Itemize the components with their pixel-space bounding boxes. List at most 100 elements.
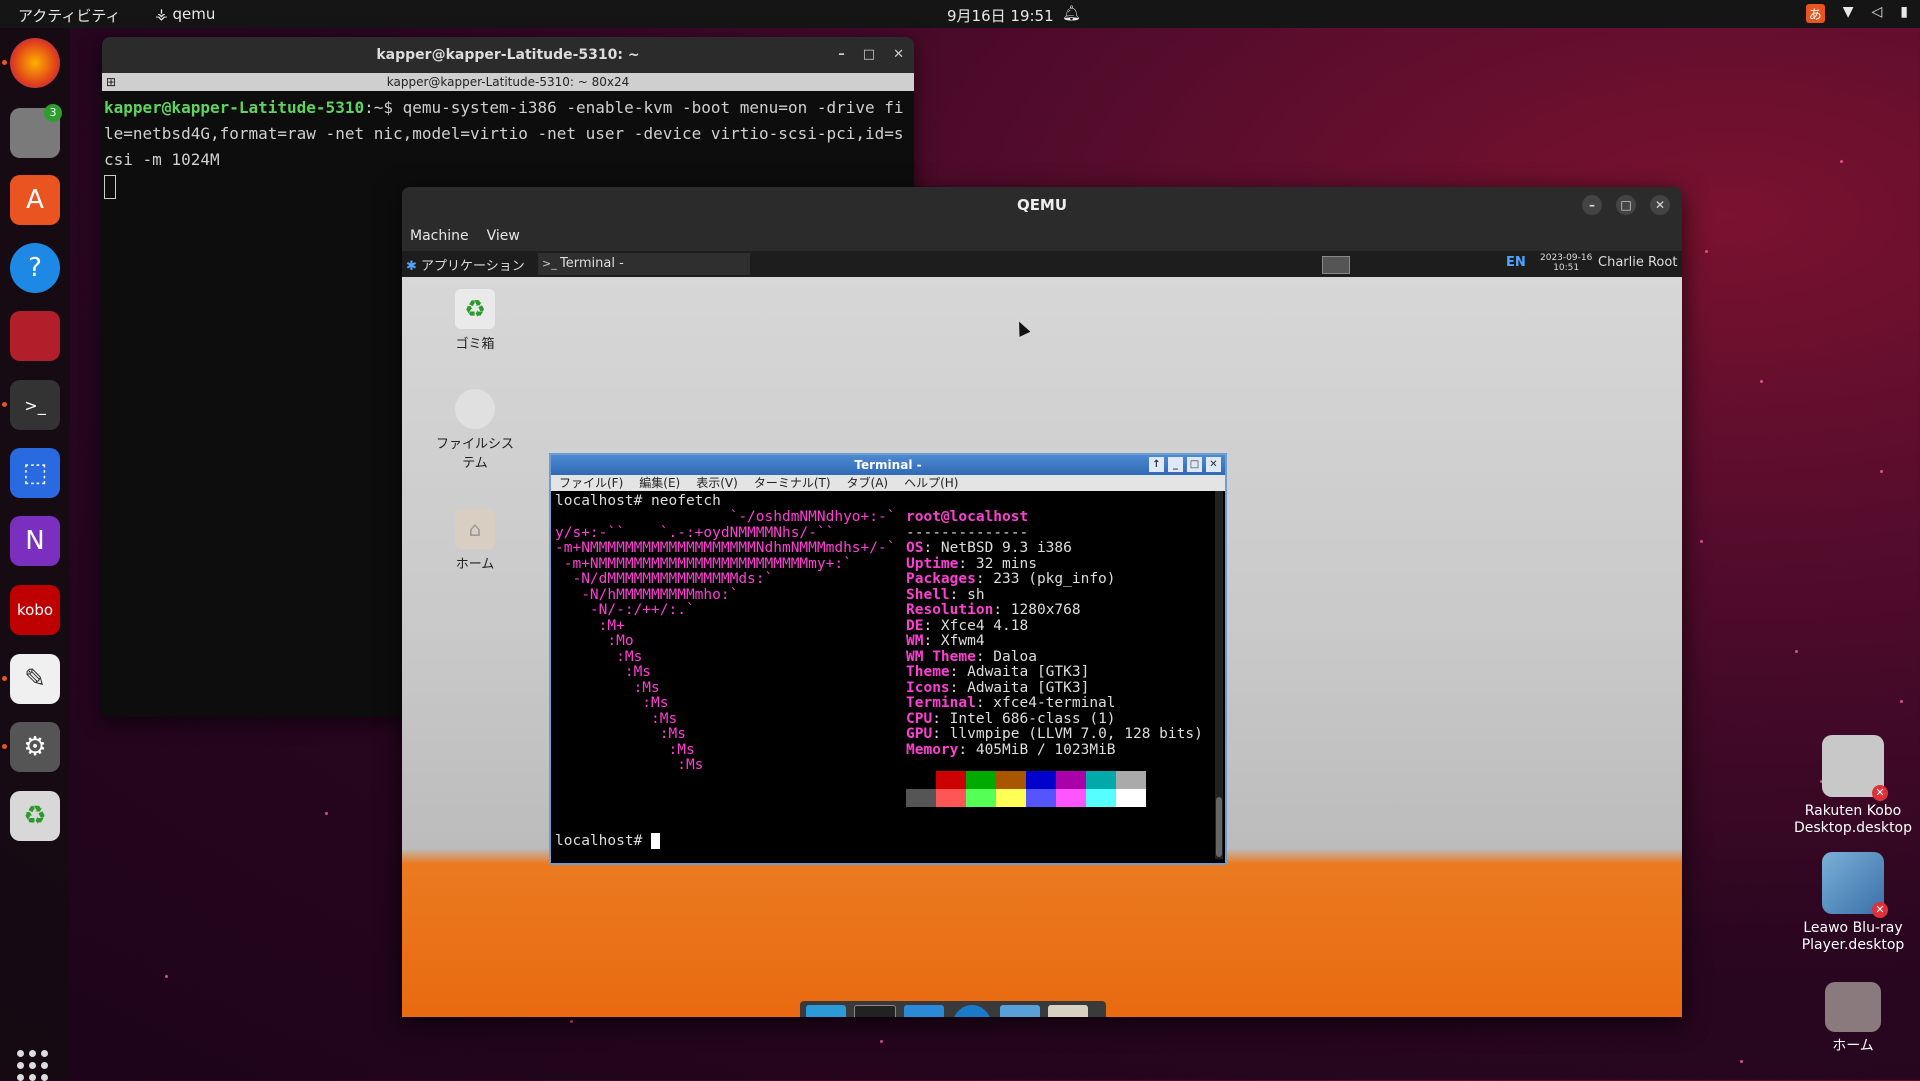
maximize-button[interactable]: □: [863, 37, 875, 73]
host-prompt: kapper@kapper-Latitude-5310: [104, 98, 365, 117]
logo-line: -N/-:/++/:.`: [555, 602, 695, 618]
info-line: CPU: Intel 686-class (1): [906, 710, 1116, 727]
onenote-icon[interactable]: N: [10, 516, 60, 566]
logo-line: :Ms: [555, 648, 643, 665]
guest-maximize-button[interactable]: □: [1187, 457, 1202, 472]
qemu-title: QEMU: [1016, 196, 1068, 214]
menu-file[interactable]: ファイル(F): [559, 475, 623, 491]
menu-edit[interactable]: 編集(E): [639, 475, 680, 491]
palette-swatch: [906, 771, 936, 789]
guest-filemanager-icon[interactable]: ▤: [904, 1005, 944, 1017]
qemu-titlebar[interactable]: QEMU – □ ✕: [402, 187, 1682, 223]
guest-minimize-button[interactable]: _: [1168, 457, 1183, 472]
settings-gear-icon[interactable]: ⚙: [2, 722, 60, 772]
host-terminal-titlebar[interactable]: kapper@kapper-Latitude-5310: ~ – □ ✕: [102, 37, 914, 73]
menu-terminal[interactable]: ターミナル(T): [754, 475, 831, 491]
qemu-close-button[interactable]: ✕: [1650, 195, 1670, 215]
minimize-button[interactable]: –: [838, 37, 845, 73]
leawo-desktop-icon[interactable]: ✕ Leawo Blu-ray Player.desktop: [1793, 852, 1913, 954]
palette-swatch: [1056, 789, 1086, 807]
guest-taskbar-terminal[interactable]: Terminal -: [538, 253, 750, 275]
menu-help[interactable]: ヘルプ(H): [904, 475, 958, 491]
close-button[interactable]: ✕: [893, 37, 904, 73]
remmina-icon[interactable]: [10, 311, 60, 361]
battery-icon: ▮: [1900, 4, 1908, 20]
guest-browser-icon[interactable]: ◍: [952, 1005, 992, 1017]
menu-machine[interactable]: Machine: [410, 223, 469, 251]
guest-shade-button[interactable]: ↑: [1149, 457, 1164, 472]
guest-home-icon[interactable]: ⌂ ホーム: [430, 509, 520, 572]
guest-terminal-window[interactable]: Terminal - ↑ _ □ ✕ ファイル(F) 編集(E) 表示(V) タ…: [549, 453, 1227, 865]
trash-icon[interactable]: ♻: [10, 791, 60, 841]
terminal-icon[interactable]: >_: [2, 380, 60, 430]
guest-terminal-output[interactable]: localhost# neofetch `-/oshdmNMNdhyo+:-` y…: [551, 491, 1225, 861]
qemu-minimize-button[interactable]: –: [1582, 195, 1602, 215]
guest-close-button[interactable]: ✕: [1206, 457, 1221, 472]
logo-line: :Ms: [555, 695, 669, 711]
app-center-icon[interactable]: A: [10, 175, 60, 225]
logo-line: -N/hMMMMMMMMMmho:`: [555, 586, 739, 603]
guest-filesystem-icon[interactable]: ファイルシステム: [430, 389, 520, 471]
info-line: OS: NetBSD 9.3 i386: [906, 540, 1072, 556]
palette-swatch: [1026, 789, 1056, 807]
dock: 3 A ? >_ ⬚ N kobo ✎ ⚙ ♻: [0, 28, 70, 1081]
text-editor-icon[interactable]: ✎: [2, 654, 60, 704]
menu-view[interactable]: 表示(V): [696, 475, 738, 491]
keyboard-layout[interactable]: EN: [1506, 255, 1526, 270]
logo-line: :Ms: [555, 757, 704, 773]
menu-tabs[interactable]: タブ(A): [847, 475, 889, 491]
host-terminal-subtitle: ⊞ kapper@kapper-Latitude-5310: ~ 80x24: [102, 73, 914, 91]
firefox-icon[interactable]: [2, 38, 60, 88]
guest-folder-icon[interactable]: [1048, 1005, 1088, 1017]
guest-search-icon[interactable]: ⌕: [1000, 1005, 1040, 1017]
palette-swatch: [1026, 771, 1056, 789]
guest-trash-icon[interactable]: ♻ ゴミ箱: [430, 289, 520, 352]
app-menu[interactable]: ⚶ qemu: [155, 5, 215, 23]
files-icon[interactable]: 3: [10, 104, 62, 158]
guest-clock[interactable]: 2023-09-16 10:51: [1540, 253, 1592, 273]
neofetch-separator: --------------: [906, 525, 1029, 541]
activities-button[interactable]: アクティビティ: [18, 5, 120, 26]
clock[interactable]: 9月16日 19:51: [947, 5, 1054, 26]
xfce-icon: ✱: [406, 259, 417, 274]
guest-user[interactable]: Charlie Root: [1598, 255, 1677, 270]
ime-indicator[interactable]: あ: [1805, 4, 1825, 23]
guest-applications-menu[interactable]: ✱ アプリケーション: [406, 255, 525, 274]
kobo-desktop-icon[interactable]: ✕ Rakuten Kobo Desktop.desktop: [1793, 735, 1913, 837]
qemu-maximize-button[interactable]: □: [1616, 195, 1636, 215]
host-cursor: [104, 174, 116, 199]
info-line: Icons: Adwaita [GTK3]: [906, 679, 1090, 696]
system-tray[interactable]: あ ▼ ◁ ▮: [1805, 4, 1908, 23]
guest-terminal-menubar: ファイル(F) 編集(E) 表示(V) ターミナル(T) タブ(A) ヘルプ(H…: [551, 475, 1225, 491]
help-icon[interactable]: ?: [10, 243, 60, 293]
guest-terminal-titlebar[interactable]: Terminal - ↑ _ □ ✕: [551, 455, 1225, 475]
info-line: WM: Xfwm4: [906, 633, 985, 649]
qemu-window[interactable]: QEMU – □ ✕ Machine View ✱ アプリケーション Termi…: [402, 187, 1682, 1017]
logo-line: -m+NMMMMMMMMMMMMMMMMMMMMMMMMmy+:`: [555, 555, 852, 572]
broken-link-icon: ✕: [1872, 902, 1888, 918]
show-apps-icon[interactable]: [17, 1050, 48, 1081]
host-terminal-title: kapper@kapper-Latitude-5310: ~: [376, 47, 640, 63]
logo-line: :Ms: [555, 741, 695, 758]
menu-view[interactable]: View: [487, 223, 520, 251]
bell-icon: 🔔︎: [1062, 4, 1082, 22]
workspace-switcher[interactable]: [1322, 256, 1350, 274]
home-desktop-icon[interactable]: ホーム: [1793, 982, 1913, 1055]
palette-swatch: [936, 771, 966, 789]
neofetch-user-host: root@localhost: [906, 509, 1029, 525]
screenshot-icon[interactable]: ⬚: [10, 448, 60, 498]
color-palette-bottom: [906, 789, 1146, 807]
terminal-scrollbar[interactable]: [1215, 491, 1223, 859]
guest-terminal-launcher-icon[interactable]: >_: [854, 1005, 896, 1017]
info-line: Shell: sh: [906, 586, 985, 603]
neofetch-command: localhost# neofetch: [555, 493, 721, 509]
info-line: Memory: 405MiB / 1023MiB: [906, 741, 1116, 758]
kobo-icon[interactable]: kobo: [10, 585, 60, 635]
info-line: Packages: 233 (pkg_info): [906, 571, 1116, 587]
wifi-icon: ▼: [1842, 4, 1854, 20]
palette-swatch: [1086, 771, 1116, 789]
guest-screen[interactable]: ✱ アプリケーション Terminal - EN 2023-09-1610:51…: [402, 251, 1682, 1017]
logo-line: :Ms: [555, 664, 652, 680]
logo-line: :Ms: [555, 710, 678, 727]
show-desktop-icon[interactable]: [806, 1005, 846, 1017]
